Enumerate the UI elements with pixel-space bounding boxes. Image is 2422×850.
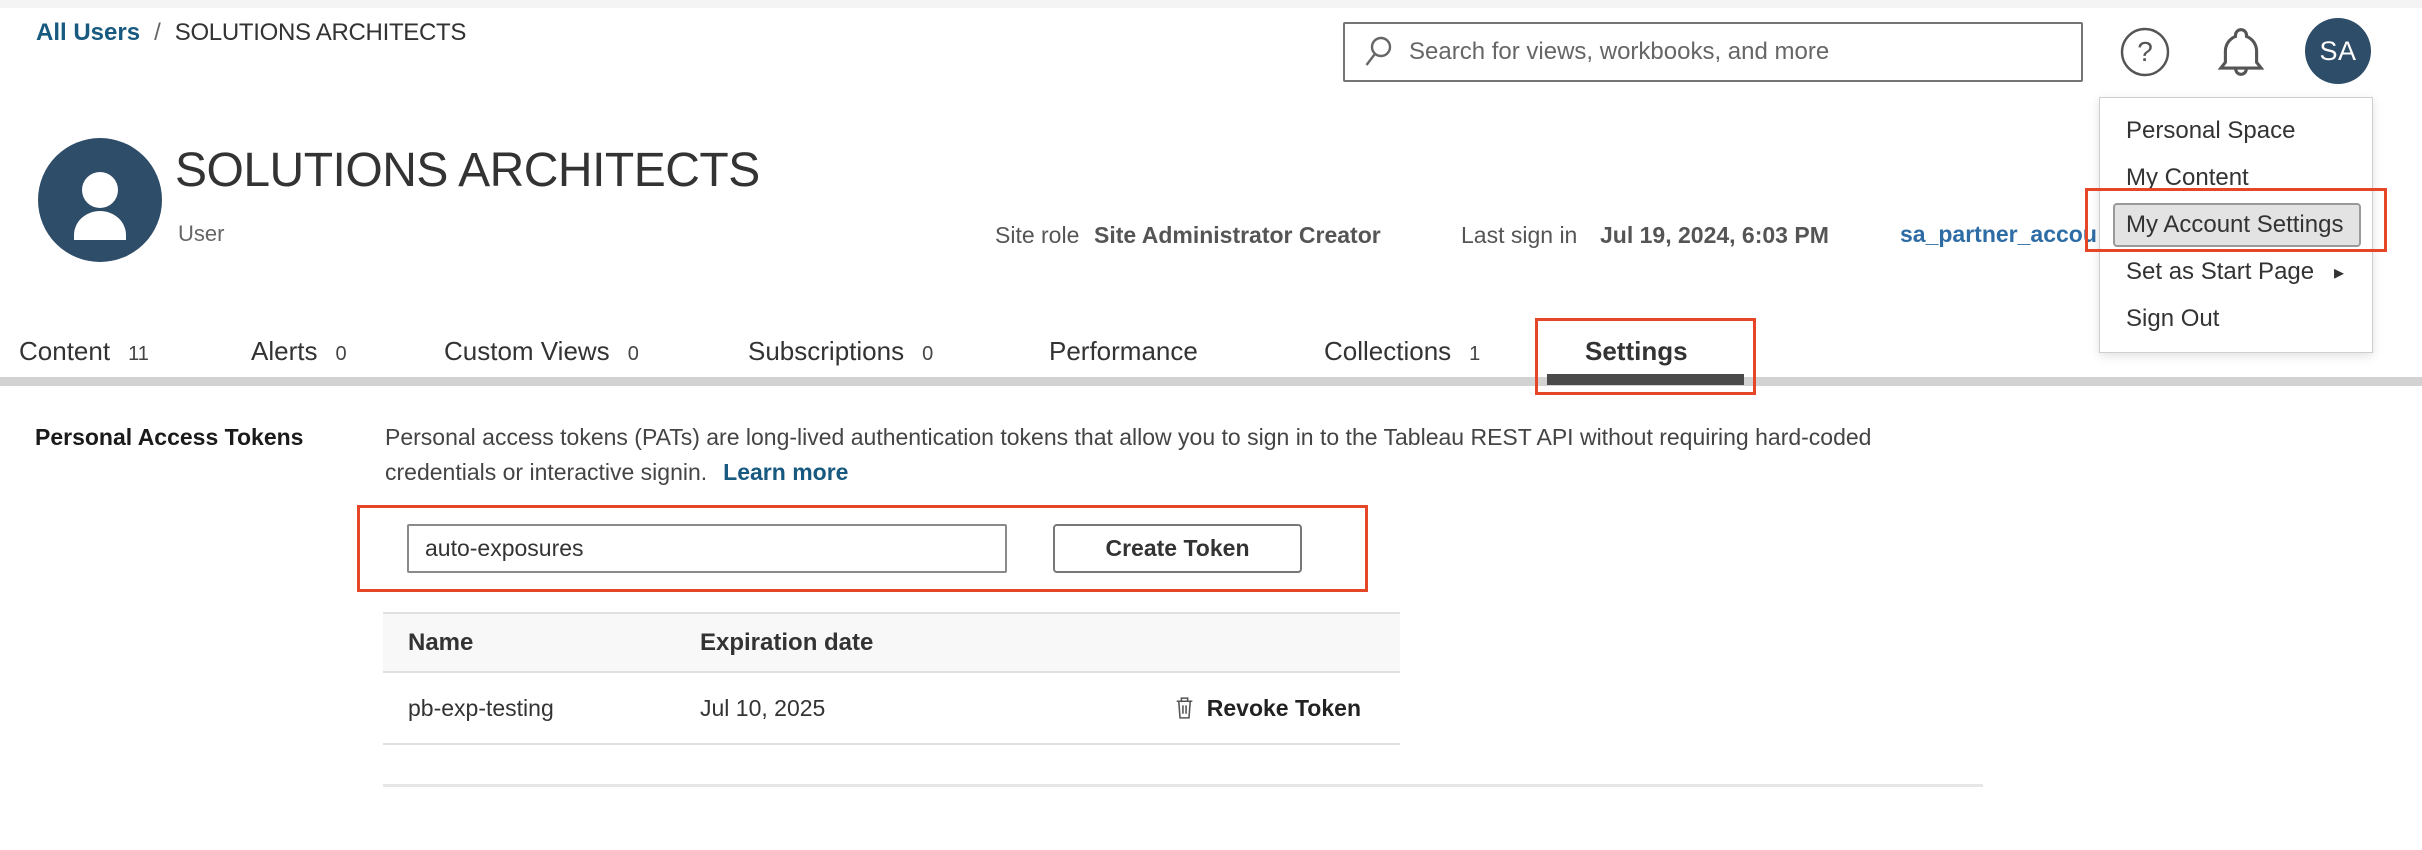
tab-count: 11 xyxy=(128,343,149,366)
tab-count: 0 xyxy=(335,343,346,366)
menu-item-my-content[interactable]: My Content xyxy=(2100,155,2372,202)
breadcrumb-current: SOLUTIONS ARCHITECTS xyxy=(175,19,466,47)
search-box[interactable] xyxy=(1343,22,2083,82)
tab-custom-views[interactable]: Custom Views0 xyxy=(444,336,639,367)
token-table: Name Expiration date pb-exp-testing Jul … xyxy=(383,612,1400,745)
menu-item-set-as-start-page[interactable]: Set as Start Page ▸ xyxy=(2100,249,2372,296)
top-strip xyxy=(0,0,2422,8)
breadcrumb: All Users / SOLUTIONS ARCHITECTS xyxy=(36,19,466,47)
pat-description-line1: Personal access tokens (PATs) are long-l… xyxy=(385,424,1871,451)
token-table-header: Name Expiration date xyxy=(383,612,1400,673)
menu-item-my-account-settings[interactable]: My Account Settings xyxy=(2113,203,2361,247)
tab-collections[interactable]: Collections1 xyxy=(1324,336,1480,367)
profile-subtitle: User xyxy=(178,221,224,247)
breadcrumb-separator: / xyxy=(154,19,161,47)
person-icon xyxy=(38,138,162,262)
avatar-initials: SA xyxy=(2319,36,2356,67)
submenu-arrow-icon: ▸ xyxy=(2334,260,2344,285)
pat-description-line2: credentials or interactive signin.Learn … xyxy=(385,459,848,486)
tab-count: 1 xyxy=(1469,343,1480,366)
search-icon xyxy=(1363,34,1395,70)
column-header-name: Name xyxy=(383,629,700,657)
menu-item-sign-out[interactable]: Sign Out xyxy=(2100,296,2372,343)
token-expiration-cell: Jul 10, 2025 xyxy=(700,695,1130,722)
site-role-value: Site Administrator Creator xyxy=(1094,222,1381,249)
profile-avatar xyxy=(38,138,162,262)
tab-performance[interactable]: Performance xyxy=(1049,336,1198,367)
section-label-personal-access-tokens: Personal Access Tokens xyxy=(35,424,303,451)
notifications-bell-icon[interactable] xyxy=(2212,22,2270,87)
page-title: SOLUTIONS ARCHITECTS xyxy=(175,143,760,198)
tab-subscriptions[interactable]: Subscriptions0 xyxy=(748,336,933,367)
site-role-label: Site role xyxy=(995,222,1079,249)
tab-count: 0 xyxy=(922,343,933,366)
page: All Users / SOLUTIONS ARCHITECTS ? SA xyxy=(0,0,2422,850)
tab-bar xyxy=(0,377,2422,386)
token-name-input[interactable] xyxy=(407,524,1007,573)
last-sign-in-value: Jul 19, 2024, 6:03 PM xyxy=(1600,222,1829,249)
trash-icon xyxy=(1172,694,1197,722)
learn-more-link[interactable]: Learn more xyxy=(723,459,848,485)
revoke-token-button[interactable]: Revoke Token xyxy=(1172,694,1361,722)
tab-settings[interactable]: Settings xyxy=(1585,336,1688,367)
tab-alerts[interactable]: Alerts0 xyxy=(251,336,347,367)
tab-content[interactable]: Content11 xyxy=(19,336,149,367)
create-token-button[interactable]: Create Token xyxy=(1053,524,1302,573)
help-icon[interactable]: ? xyxy=(2119,26,2171,83)
section-divider xyxy=(383,784,1983,787)
active-tab-indicator xyxy=(1547,374,1744,385)
last-sign-in-label: Last sign in xyxy=(1461,222,1577,249)
username-link[interactable]: sa_partner_accou xyxy=(1900,221,2112,248)
token-name-cell: pb-exp-testing xyxy=(383,695,700,722)
menu-item-my-account-settings-wrap: My Account Settings xyxy=(2100,202,2372,249)
tab-count: 0 xyxy=(628,343,639,366)
account-menu: Personal Space My Content My Account Set… xyxy=(2099,97,2373,353)
breadcrumb-all-users-link[interactable]: All Users xyxy=(36,19,140,47)
table-row: pb-exp-testing Jul 10, 2025 Revoke Token xyxy=(383,673,1400,745)
search-input[interactable] xyxy=(1409,38,2049,66)
user-avatar-button[interactable]: SA xyxy=(2305,18,2371,84)
column-header-expiration: Expiration date xyxy=(700,629,1130,657)
svg-text:?: ? xyxy=(2137,36,2153,67)
menu-item-personal-space[interactable]: Personal Space xyxy=(2100,108,2372,155)
